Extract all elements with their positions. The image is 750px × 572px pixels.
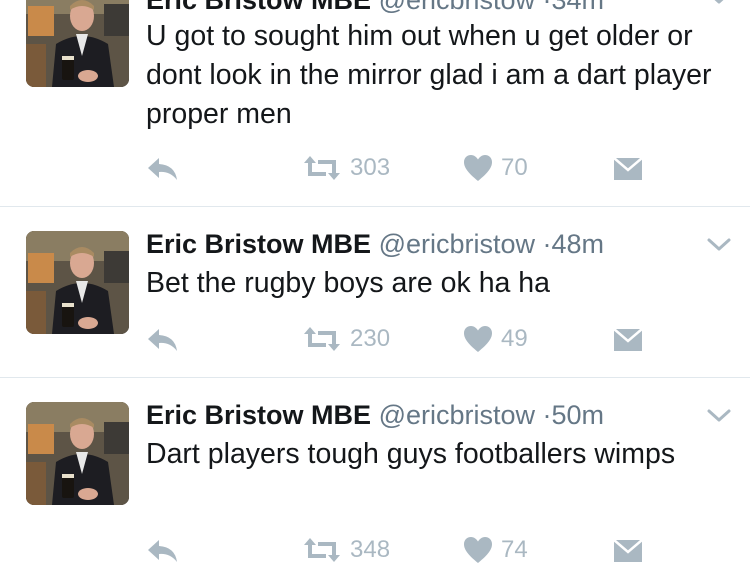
reply-icon <box>148 540 177 562</box>
tweet-actions: 230 49 <box>0 321 750 361</box>
direct-message-icon <box>613 328 643 351</box>
reply-button[interactable] <box>146 156 180 182</box>
divider <box>0 377 750 378</box>
author-handle[interactable]: @ericbristow <box>379 0 535 15</box>
like-count: 70 <box>501 154 528 181</box>
direct-message-button[interactable] <box>613 538 643 564</box>
author-name[interactable]: Eric Bristow MBE <box>146 0 371 15</box>
like-button[interactable]: 74 <box>463 536 528 564</box>
chevron-down-icon[interactable] <box>706 408 732 424</box>
like-count: 49 <box>501 325 528 352</box>
tweet-text: U got to sought him out when u get older… <box>146 20 712 130</box>
direct-message-button[interactable] <box>613 327 643 353</box>
divider <box>0 206 750 207</box>
avatar[interactable] <box>26 402 129 505</box>
timestamp[interactable]: 34m <box>552 0 605 15</box>
tweet-actions: 348 74 <box>0 532 750 572</box>
reply-button[interactable] <box>146 327 180 353</box>
retweet-icon <box>304 538 340 562</box>
direct-message-icon <box>613 157 643 180</box>
tweet-text: Dart players tough guys footballers wimp… <box>146 438 676 470</box>
separator: · <box>542 229 552 259</box>
retweet-icon <box>304 327 340 351</box>
direct-message-button[interactable] <box>613 156 643 182</box>
avatar[interactable] <box>26 231 129 334</box>
chevron-down-icon[interactable] <box>706 0 732 6</box>
avatar-photo <box>26 0 129 87</box>
reply-button[interactable] <box>146 538 180 564</box>
separator: · <box>542 0 552 15</box>
chevron-down-icon[interactable] <box>706 237 732 253</box>
author-handle[interactable]: @ericbristow <box>379 400 535 430</box>
author-name[interactable]: Eric Bristow MBE <box>146 400 371 430</box>
retweet-count: 230 <box>350 325 391 352</box>
direct-message-icon <box>613 539 643 562</box>
like-button[interactable]: 70 <box>463 154 528 182</box>
avatar-photo <box>26 402 129 505</box>
retweet-button[interactable]: 348 <box>302 536 390 564</box>
avatar[interactable] <box>26 0 129 87</box>
heart-icon <box>464 326 492 352</box>
author-name[interactable]: Eric Bristow MBE <box>146 229 371 259</box>
retweet-icon <box>304 156 340 180</box>
retweet-count: 348 <box>350 536 391 563</box>
retweet-button[interactable]: 230 <box>302 325 390 353</box>
timestamp[interactable]: 48m <box>552 229 605 259</box>
retweet-button[interactable]: 303 <box>302 154 390 182</box>
author-handle[interactable]: @ericbristow <box>379 229 535 259</box>
retweet-count: 303 <box>350 154 391 181</box>
heart-icon <box>464 155 492 181</box>
reply-icon <box>148 158 177 180</box>
tweet-actions: 303 70 <box>0 150 750 190</box>
timestamp[interactable]: 50m <box>552 400 605 430</box>
like-count: 74 <box>501 536 528 563</box>
like-button[interactable]: 49 <box>463 325 528 353</box>
reply-icon <box>148 329 177 351</box>
tweet-text: Bet the rugby boys are ok ha ha <box>146 267 551 299</box>
separator: · <box>542 400 552 430</box>
heart-icon <box>464 537 492 563</box>
avatar-photo <box>26 231 129 334</box>
